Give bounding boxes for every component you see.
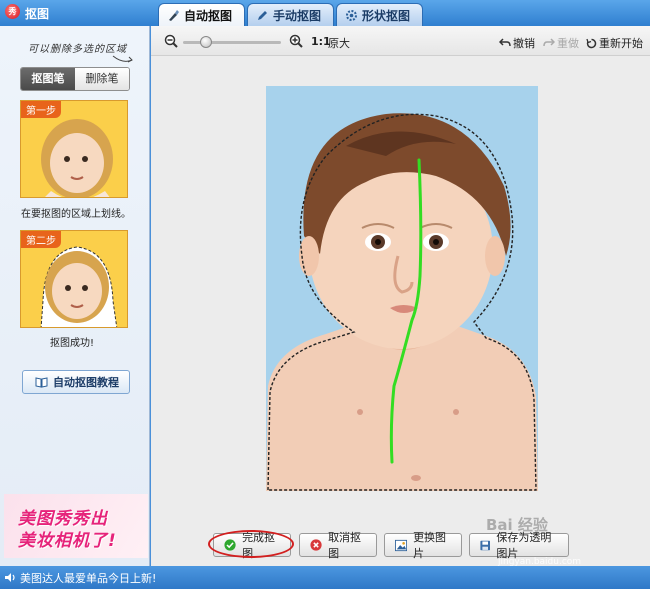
save-transparent-button[interactable]: 保存为透明图片 [469, 531, 569, 560]
photo-canvas[interactable] [266, 86, 538, 491]
title-bar: 秀 抠图 自动抠图 手动抠图 形状抠图 [0, 0, 650, 26]
step-one-caption: 在要抠图的区域上划线。 [21, 209, 131, 220]
status-bar: 美图达人最爱单品今日上新! [0, 566, 650, 589]
speaker-icon [5, 573, 15, 582]
zoom-slider[interactable] [183, 36, 281, 48]
tab-manual-cutout[interactable]: 手动抠图 [247, 3, 335, 26]
picture-icon [395, 539, 408, 551]
step-badge: 第二步 [21, 231, 61, 248]
restart-icon [586, 38, 597, 48]
undo-button[interactable]: 撤销 [499, 35, 535, 51]
highlight-annotation [208, 530, 294, 558]
step-one-thumbnail: 第一步 [20, 100, 128, 198]
ad-line-2: 美妆相机了! [18, 531, 117, 551]
change-image-label: 更换图片 [413, 531, 447, 560]
sidebar: 可以删除多选的区域 抠图笔 删除笔 第一步 在要抠图的区域上划线。 第二步 抠图… [0, 26, 150, 566]
tab-shape-cutout[interactable]: 形状抠图 [336, 3, 424, 26]
tab-strip: 自动抠图 手动抠图 形状抠图 [158, 3, 424, 26]
tutorial-label: 自动抠图教程 [53, 376, 119, 389]
zoom-in-icon[interactable] [289, 34, 303, 48]
tutorial-button[interactable]: 自动抠图教程 [22, 370, 130, 394]
cancel-label: 取消抠图 [328, 531, 362, 560]
watermark: Bai 经验 [486, 516, 548, 534]
restart-label: 重新开始 [599, 37, 643, 50]
tab-label: 形状抠图 [362, 8, 411, 23]
undo-icon [499, 38, 511, 47]
pen-icon [258, 10, 268, 20]
baby-photo-image [266, 86, 538, 491]
workspace: 1:1 原大 撤销 重做 重新开始 完成抠图 取消抠图 更换图片 保存为透明图片 [151, 26, 650, 566]
ad-banner[interactable]: 美图秀秀出 美妆相机了! [4, 494, 148, 558]
brush-mode-group: 抠图笔 删除笔 [20, 67, 130, 91]
save-disk-icon [480, 540, 491, 550]
toolbar: 1:1 原大 撤销 重做 重新开始 [151, 26, 650, 56]
cutout-pen-button[interactable]: 抠图笔 [21, 68, 75, 90]
change-image-button[interactable]: 更换图片 [384, 531, 462, 560]
step-two-thumbnail: 第二步 [20, 230, 128, 328]
cancel-circle-icon [310, 539, 322, 551]
window-title: 抠图 [25, 7, 50, 21]
app-logo-icon: 秀 [5, 4, 20, 19]
zoom-out-icon[interactable] [164, 34, 178, 48]
undo-label: 撤销 [513, 37, 535, 50]
eraser-pen-button[interactable]: 删除笔 [75, 68, 129, 90]
redo-icon [543, 38, 555, 47]
curved-arrow-icon [112, 55, 133, 63]
status-message[interactable]: 美图达人最爱单品今日上新! [20, 570, 156, 586]
restart-button[interactable]: 重新开始 [586, 35, 643, 51]
zoom-slider-thumb[interactable] [200, 36, 213, 48]
tab-label: 自动抠图 [184, 8, 233, 23]
tab-auto-cutout[interactable]: 自动抠图 [158, 3, 246, 26]
original-size-button[interactable]: 原大 [328, 35, 350, 51]
gear-shape-icon [346, 9, 358, 21]
eraser-hint: 可以删除多选的区域 [28, 44, 127, 55]
book-icon [35, 376, 48, 388]
cancel-cutout-button[interactable]: 取消抠图 [299, 531, 377, 560]
step-two-caption: 抠图成功! [50, 338, 95, 349]
tab-label: 手动抠图 [273, 8, 322, 23]
redo-button[interactable]: 重做 [543, 35, 579, 51]
step-badge: 第一步 [21, 101, 61, 118]
brush-icon [169, 9, 179, 21]
redo-label: 重做 [557, 37, 579, 50]
